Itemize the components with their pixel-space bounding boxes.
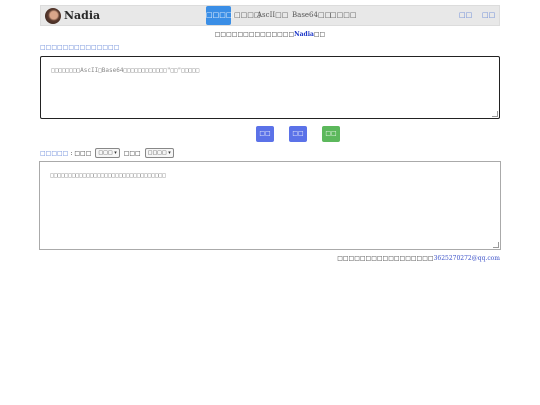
input-hint-link[interactable]: □□□□□□□□□□□□□□: [40, 44, 119, 51]
nav-tab-base64[interactable]: Base64□□: [292, 6, 331, 25]
nav-tab-2[interactable]: □□□□: [234, 6, 260, 25]
nav-tab-5[interactable]: □□□□: [330, 6, 356, 25]
output-textarea[interactable]: □□□□□□□□□□□□□□□□□□□□□□□□□□□□□□□□: [39, 161, 501, 250]
notice-name: Nadia: [294, 31, 314, 38]
resize-handle-icon[interactable]: [492, 111, 498, 117]
action-button-2[interactable]: □□: [289, 126, 307, 142]
notice-banner: □□□□□□□□□□□□□□Nadia□□: [0, 31, 540, 38]
output-placeholder: □□□□□□□□□□□□□□□□□□□□□□□□□□□□□□□□: [50, 172, 166, 179]
resize-handle-icon[interactable]: [493, 242, 499, 248]
action-button-1[interactable]: □□: [256, 126, 274, 142]
notice-prefix: □□□□□□□□□□□□□□: [214, 31, 295, 38]
footer-email-link[interactable]: 3625270272@qq.com: [434, 255, 500, 262]
options-separator: :: [70, 149, 73, 157]
option-label-1: □□□: [74, 149, 92, 157]
brand-name[interactable]: Nadia: [64, 9, 100, 22]
option-select-1-value: □□□: [98, 150, 113, 156]
input-placeholder: □□□□□□□□AscII□Base64□□□□□□□□□□□□"□□"□□□□…: [51, 67, 200, 74]
nav-tab-1[interactable]: □□□□□: [206, 6, 239, 25]
options-link[interactable]: □□□□□: [40, 150, 68, 157]
footer-text: □□□□□□□□□□□□□□□□□: [337, 255, 434, 262]
notice-suffix: □□: [313, 31, 326, 38]
option-select-2-value: □□□□: [147, 150, 167, 156]
chevron-down-icon: ▾: [114, 150, 117, 156]
footer-contact: □□□□□□□□□□□□□□□□□3625270272@qq.com: [337, 255, 500, 262]
input-textarea[interactable]: □□□□□□□□AscII□Base64□□□□□□□□□□□□"□□"□□□□…: [40, 56, 500, 119]
avatar-logo-icon[interactable]: [45, 8, 61, 24]
option-select-2[interactable]: □□□□ ▾: [144, 148, 174, 158]
nav-right-link-1[interactable]: □□: [459, 6, 472, 25]
top-nav-bar: Nadia □□□□□ □□□□ AscII□□ Base64□□ □□□□ □…: [40, 5, 500, 26]
option-label-2: □□□: [123, 149, 141, 157]
option-select-1[interactable]: □□□ ▾: [95, 148, 120, 158]
action-button-3[interactable]: □□: [322, 126, 340, 142]
nav-right-link-2[interactable]: □□: [482, 6, 495, 25]
chevron-down-icon: ▾: [168, 150, 171, 156]
options-row: □□□□□ : □□□ □□□ ▾ □□□ □□□□ ▾: [40, 148, 176, 158]
nav-tab-ascii[interactable]: AscII□□: [257, 6, 288, 25]
